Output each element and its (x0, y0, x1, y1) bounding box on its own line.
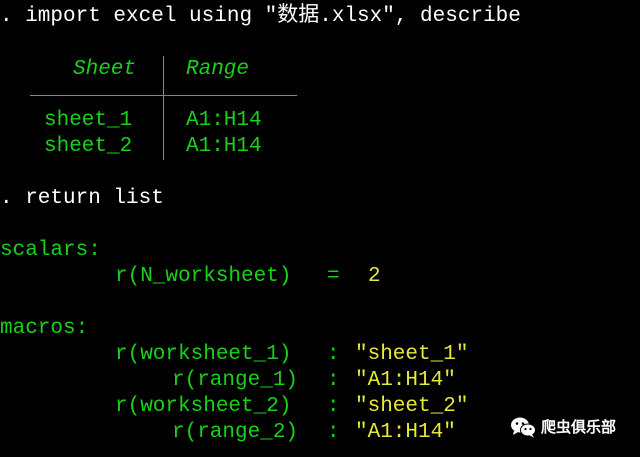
stata-results-window: . import excel using "数据.xlsx", describe… (0, 0, 640, 457)
command-import-excel: . import excel using "数据.xlsx", describe (0, 5, 521, 28)
macro-value: "sheet_2" (355, 395, 469, 418)
macro-name: r(worksheet_1) (115, 343, 292, 366)
macro-separator: : (327, 369, 340, 392)
table-header-divider (30, 95, 297, 96)
watermark: 爬虫俱乐部 (510, 414, 616, 440)
macro-value: "A1:H14" (355, 369, 456, 392)
macro-separator: : (327, 395, 340, 418)
table-row-range: A1:H14 (186, 135, 262, 158)
macro-value: "sheet_1" (355, 343, 469, 366)
table-header-range: Range (186, 58, 250, 81)
table-row-sheet: sheet_2 (44, 135, 133, 158)
watermark-text: 爬虫俱乐部 (541, 418, 617, 436)
table-row-range: A1:H14 (186, 109, 262, 132)
table-vertical-divider (163, 56, 164, 160)
scalar-equals: = (327, 265, 340, 288)
macro-separator: : (327, 343, 340, 366)
wechat-icon (511, 417, 536, 438)
macro-name: r(range_1) (172, 369, 299, 392)
macros-heading: macros: (0, 317, 89, 340)
scalars-heading: scalars: (0, 239, 101, 262)
macro-separator: : (327, 421, 340, 444)
scalar-name: r(N_worksheet) (115, 265, 292, 288)
macro-value: "A1:H14" (355, 421, 456, 444)
table-row-sheet: sheet_1 (44, 109, 133, 132)
macro-name: r(worksheet_2) (115, 395, 292, 418)
macro-name: r(range_2) (172, 421, 299, 444)
command-return-list: . return list (0, 187, 164, 210)
scalar-value: 2 (368, 265, 381, 288)
table-header-sheet: Sheet (73, 58, 137, 81)
